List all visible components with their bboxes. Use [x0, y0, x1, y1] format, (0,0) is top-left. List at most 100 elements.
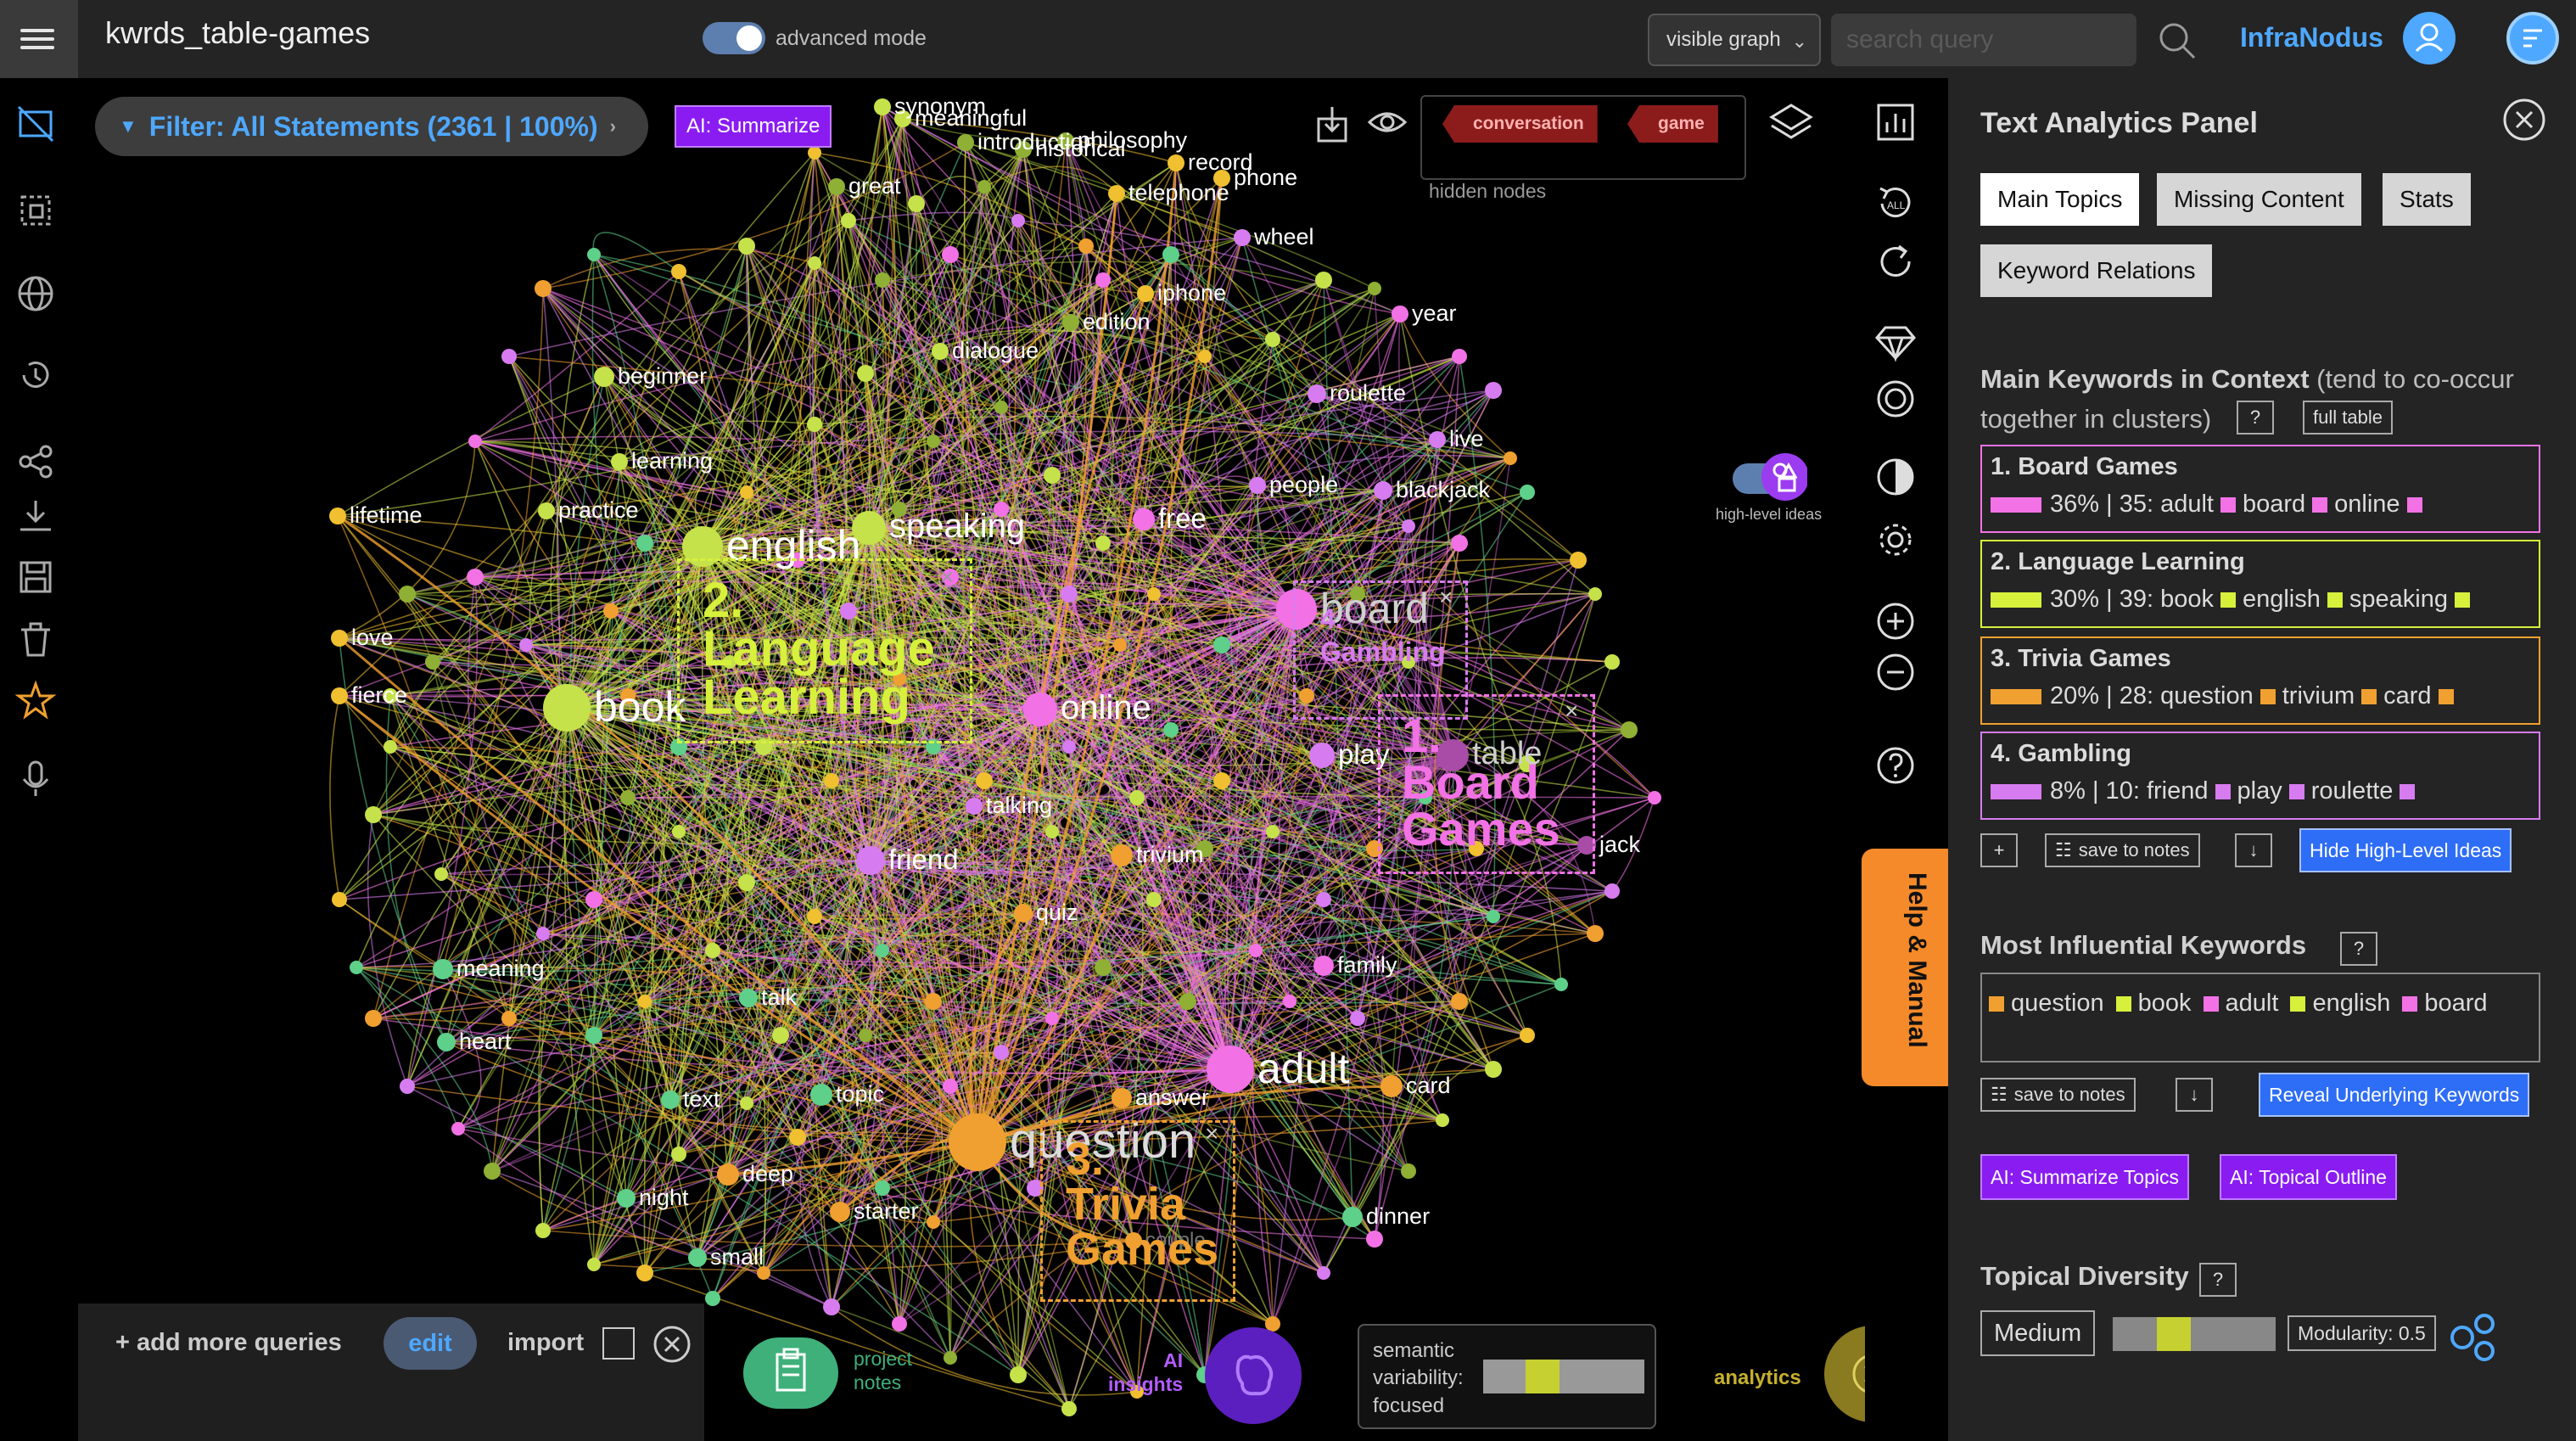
node-label-fierce[interactable]: fierce — [351, 682, 407, 709]
graph-node[interactable] — [1485, 1061, 1502, 1078]
graph-node[interactable] — [1213, 772, 1230, 789]
graph-node-card[interactable] — [1380, 1075, 1403, 1097]
graph-node[interactable] — [365, 1010, 382, 1027]
graph-node[interactable] — [1316, 892, 1331, 907]
graph-node[interactable] — [1588, 587, 1602, 601]
graph-node[interactable] — [501, 1011, 517, 1026]
graph-node-quiz[interactable] — [1014, 904, 1033, 922]
graph-node-play[interactable] — [1309, 743, 1335, 768]
node-label-online[interactable]: online — [1061, 689, 1151, 727]
graph-node[interactable] — [772, 1027, 789, 1044]
graph-node-online[interactable] — [1023, 692, 1057, 726]
graph-node[interactable] — [1350, 1011, 1365, 1026]
topic-keyword[interactable]: roulette — [2311, 777, 2394, 805]
reveal-underlying-keywords-button[interactable]: Reveal Underlying Keywords — [2259, 1073, 2530, 1117]
topic-keyword[interactable]: english — [2243, 586, 2321, 613]
node-label-phone[interactable]: phone — [1234, 165, 1297, 191]
graph-node[interactable] — [467, 569, 484, 586]
graph-node-year[interactable] — [1392, 306, 1408, 322]
edit-button[interactable]: edit — [384, 1317, 477, 1370]
ai-summarize-topics-button[interactable]: AI: Summarize Topics — [1980, 1154, 2189, 1200]
topic-card[interactable]: 2. Language Learning 30% | 39: book englis… — [1980, 540, 2540, 628]
ai-summarize-button[interactable]: AI: Summarize — [675, 105, 832, 148]
hidden-node-tag[interactable]: game — [1627, 105, 1718, 143]
graph-node[interactable] — [859, 1029, 872, 1042]
tab-main-topics[interactable]: Main Topics — [1980, 173, 2140, 226]
network-clusters-icon[interactable] — [2447, 1309, 2501, 1365]
graph-node[interactable] — [399, 586, 416, 603]
import-link[interactable]: import — [507, 1329, 584, 1357]
node-label-heart[interactable]: heart — [459, 1029, 512, 1055]
node-label-dinner[interactable]: dinner — [1366, 1203, 1430, 1230]
graph-node[interactable] — [994, 1045, 1009, 1060]
chat-assistant-icon[interactable] — [2506, 12, 2559, 64]
graph-node[interactable] — [501, 349, 517, 364]
graph-node[interactable] — [1452, 349, 1467, 364]
graph-node[interactable] — [1213, 636, 1230, 653]
graph-node[interactable] — [451, 1122, 465, 1135]
topic-keyword[interactable]: speaking — [2349, 586, 2448, 613]
graph-node-adult[interactable] — [1207, 1046, 1254, 1093]
graph-node[interactable] — [1062, 740, 1076, 754]
search-icon[interactable] — [2155, 19, 2199, 63]
tab-keyword-relations[interactable]: Keyword Relations — [1980, 244, 2213, 297]
graph-node[interactable] — [927, 435, 940, 448]
topic-keyword[interactable]: trivium — [2282, 682, 2355, 709]
graph-node[interactable] — [994, 401, 1008, 414]
graph-node[interactable] — [944, 1351, 957, 1365]
graph-node[interactable] — [1095, 535, 1111, 551]
graph-node[interactable] — [585, 1027, 602, 1044]
graph-node[interactable] — [425, 654, 440, 670]
graph-node[interactable] — [807, 909, 822, 924]
node-label-wheel[interactable]: wheel — [1254, 224, 1314, 250]
tab-stats[interactable]: Stats — [2383, 173, 2471, 226]
zoom-in-icon[interactable] — [1873, 599, 1918, 643]
graph-node[interactable] — [365, 806, 382, 823]
graph-node[interactable] — [823, 1298, 840, 1315]
add-queries-link[interactable]: + add more queries — [115, 1329, 342, 1357]
visible-graph-select[interactable]: visible graph ⌄ — [1648, 14, 1821, 66]
project-notes-button[interactable] — [743, 1337, 838, 1409]
graph-node[interactable] — [705, 943, 720, 958]
graph-node[interactable] — [1011, 214, 1025, 227]
graph-node[interactable] — [875, 1180, 890, 1196]
graph-node[interactable] — [1451, 993, 1468, 1010]
topic-keyword[interactable]: board — [2243, 491, 2305, 518]
graph-node[interactable] — [1146, 892, 1162, 907]
graph-node[interactable] — [943, 1079, 958, 1094]
graph-node[interactable] — [789, 1129, 806, 1146]
hidden-node-tag[interactable]: conversation — [1442, 105, 1598, 143]
graph-node-great[interactable] — [828, 178, 845, 195]
graph-node-learning[interactable] — [611, 453, 628, 470]
graph-node-fierce[interactable] — [331, 687, 348, 704]
node-label-book[interactable]: book — [594, 682, 686, 732]
node-label-blackjack[interactable]: blackjack — [1396, 477, 1490, 503]
graph-node[interactable] — [1095, 959, 1112, 976]
graph-node[interactable] — [587, 248, 601, 261]
graph-node-talk[interactable] — [739, 989, 758, 1007]
graph-node[interactable] — [1010, 1366, 1027, 1383]
graph-node[interactable] — [1265, 332, 1280, 347]
graph-node[interactable] — [1604, 883, 1620, 899]
graph-node[interactable] — [535, 1223, 551, 1238]
graph-node-dinner[interactable] — [1342, 1207, 1363, 1227]
influential-keyword[interactable]: adult — [2226, 990, 2279, 1017]
node-label-meaning[interactable]: meaning — [456, 956, 545, 982]
close-icon[interactable]: × — [940, 564, 954, 591]
graph-node[interactable] — [738, 238, 755, 255]
save-to-notes-button[interactable]: ☷ save to notes — [2045, 833, 2200, 867]
node-label-night[interactable]: night — [639, 1185, 689, 1211]
save-to-notes-button[interactable]: ☷ save to notes — [1980, 1078, 2136, 1112]
advanced-mode-toggle[interactable] — [703, 22, 765, 54]
graph-node[interactable] — [1317, 1266, 1330, 1280]
main-keywords-help-button[interactable]: ? — [2237, 401, 2274, 435]
graph-node[interactable] — [535, 280, 552, 297]
graph-node[interactable] — [925, 993, 942, 1010]
node-label-answer[interactable]: answer — [1135, 1085, 1209, 1111]
cluster-label-language-learning[interactable]: 2. Language Learning — [703, 576, 935, 721]
zoom-out-icon[interactable] — [1873, 650, 1918, 694]
topic-card[interactable]: 4. Gambling 8% | 10: friend play roulette — [1980, 732, 2540, 820]
graph-node-synonym[interactable] — [874, 98, 891, 115]
node-label-adult[interactable]: adult — [1257, 1044, 1349, 1093]
node-label-beginner[interactable]: beginner — [618, 363, 707, 390]
